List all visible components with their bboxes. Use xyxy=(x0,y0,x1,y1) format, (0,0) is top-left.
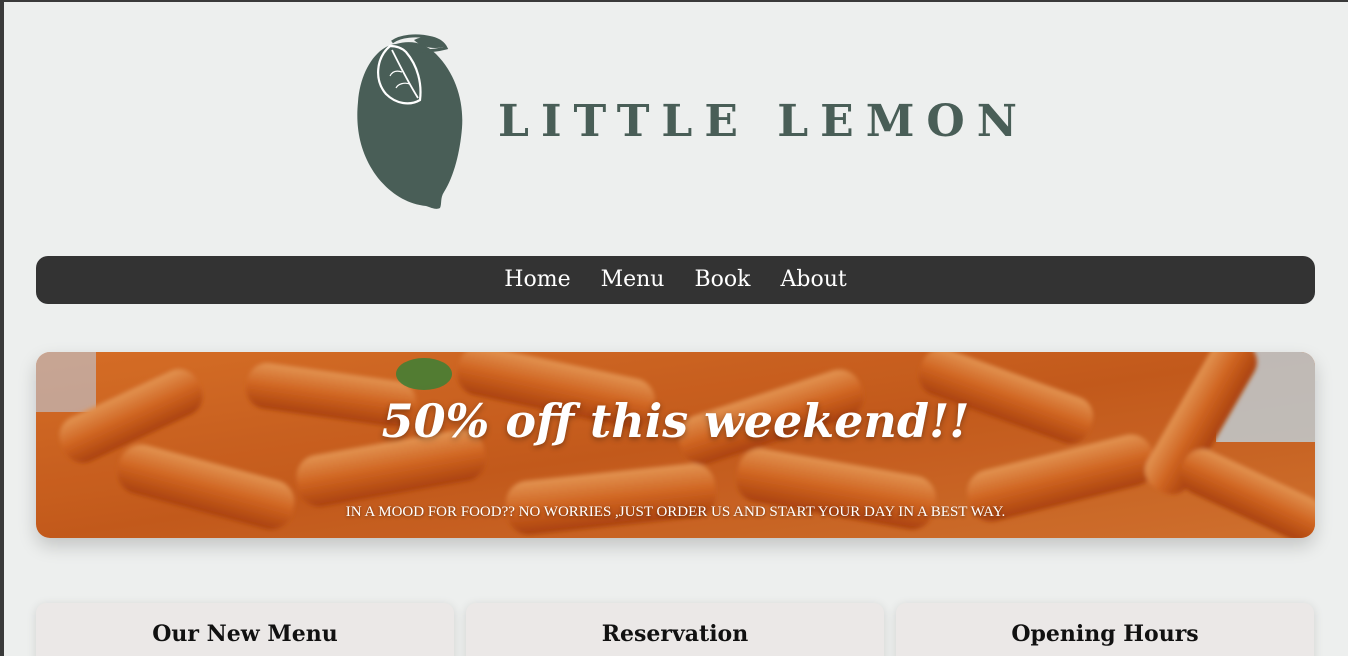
card-new-menu[interactable]: Our New Menu xyxy=(36,603,454,656)
main-navigation: Home Menu Book About xyxy=(36,256,1315,304)
nav-item-menu[interactable]: Menu xyxy=(601,269,665,291)
nav-item-about[interactable]: About xyxy=(780,269,846,291)
page: LITTLE LEMON Home Menu Book About 50% of… xyxy=(4,2,1348,656)
lemon-icon xyxy=(357,34,463,209)
promo-subtitle: IN A MOOD FOR FOOD?? NO WORRIES ,JUST OR… xyxy=(345,504,1006,520)
logo[interactable]: LITTLE LEMON xyxy=(352,32,1017,212)
brand-name: LITTLE LEMON xyxy=(498,96,1029,147)
card-reservation[interactable]: Reservation xyxy=(466,603,884,656)
promo-title: 50% off this weekend!! xyxy=(381,394,970,448)
nav-item-book[interactable]: Book xyxy=(694,269,750,291)
nav-item-home[interactable]: Home xyxy=(504,269,570,291)
card-title: Opening Hours xyxy=(1011,621,1199,647)
promo-banner[interactable]: 50% off this weekend!! IN A MOOD FOR FOO… xyxy=(36,352,1315,538)
card-opening-hours[interactable]: Opening Hours xyxy=(896,603,1314,656)
card-title: Reservation xyxy=(601,621,749,647)
card-title: Our New Menu xyxy=(152,621,338,647)
